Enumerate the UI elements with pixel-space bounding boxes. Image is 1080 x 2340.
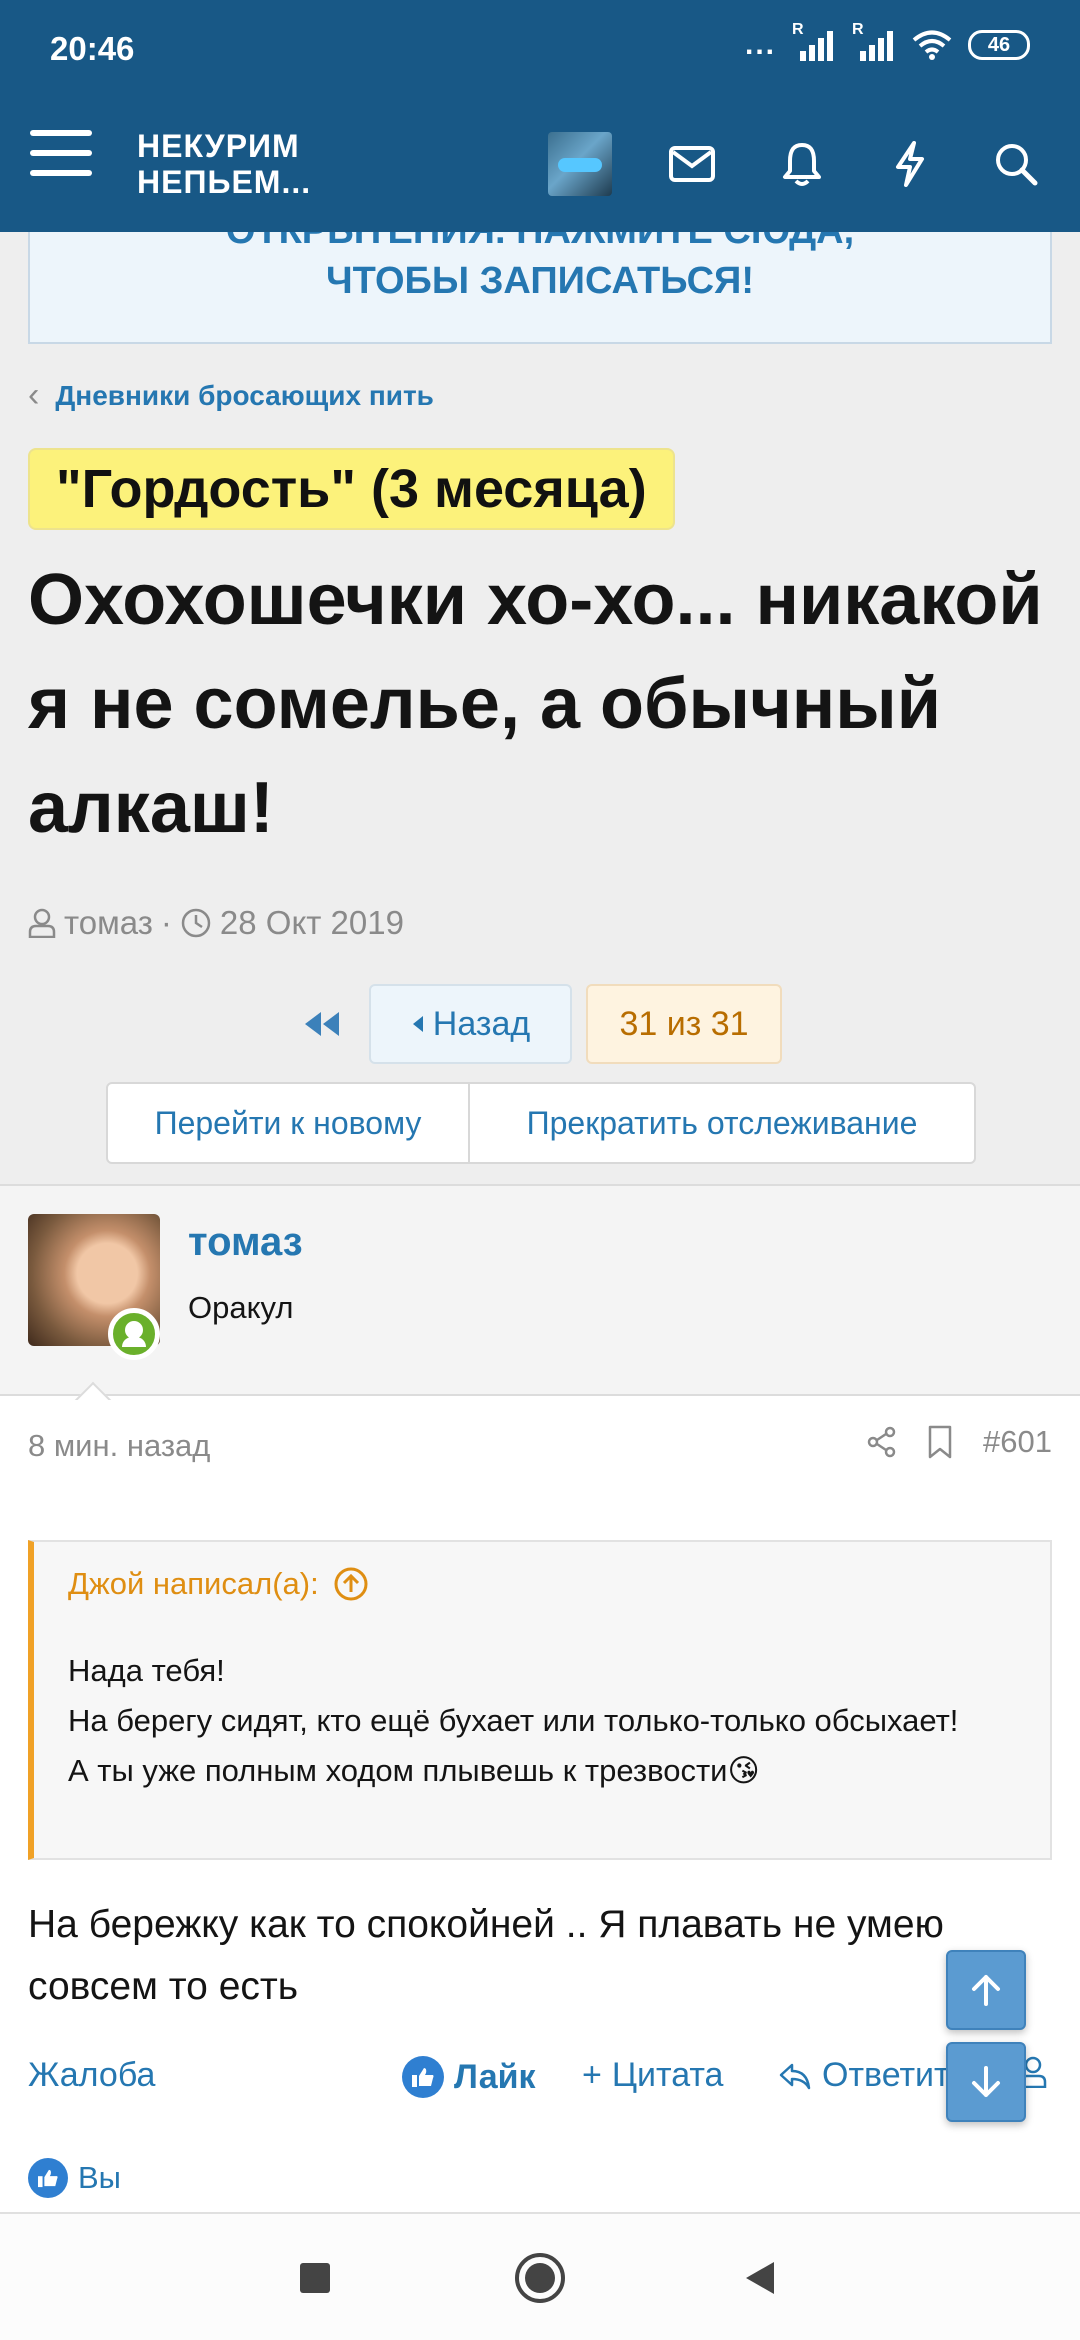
register-banner[interactable]: ОТКРЫТЕНИЯ. НАЖМИТЕ СЮДА, ЧТОБЫ ЗАПИСАТЬ… bbox=[28, 210, 1052, 344]
clock-icon bbox=[181, 908, 211, 938]
user-icon bbox=[28, 908, 56, 938]
system-nav-bar bbox=[0, 2212, 1080, 2340]
post-tools: #601 bbox=[867, 1424, 1052, 1460]
quote-block: Джой написал(а): Нада тебя! На берегу си… bbox=[28, 1540, 1052, 1860]
banner-text: ЧТОБЫ ЗАПИСАТЬСЯ! bbox=[325, 260, 754, 302]
bell-icon[interactable] bbox=[774, 136, 830, 192]
post-username[interactable]: томаз bbox=[188, 1220, 303, 1265]
app-header: 20:46 ... R R 46 НЕКУРИМ НЕПЬЕМ... bbox=[0, 0, 1080, 232]
online-status-icon bbox=[108, 1308, 160, 1360]
recents-icon[interactable] bbox=[283, 2246, 347, 2310]
quote-line: На берегу сидят, кто ещё бухает или толь… bbox=[68, 1703, 959, 1738]
post-time[interactable]: 8 мин. назад bbox=[28, 1428, 210, 1464]
prev-page-label: Назад bbox=[432, 1004, 531, 1043]
thread-prefix[interactable]: "Гордость" (3 месяца) bbox=[28, 448, 675, 530]
caret-left-icon bbox=[412, 1016, 423, 1032]
report-link[interactable]: Жалоба bbox=[28, 2056, 155, 2095]
thumbs-up-icon bbox=[28, 2158, 68, 2198]
scroll-up-button[interactable] bbox=[946, 1950, 1026, 2030]
like-label: Лайк bbox=[454, 2057, 536, 2096]
reply-link[interactable]: Ответить bbox=[778, 2056, 967, 2095]
plus-icon: + bbox=[582, 2056, 602, 2094]
like-button[interactable]: Лайк bbox=[402, 2056, 536, 2098]
signal-tag: R bbox=[792, 21, 804, 38]
thread-date[interactable]: 28 Окт 2019 bbox=[220, 904, 404, 942]
reply-icon bbox=[779, 2063, 811, 2089]
status-time: 20:46 bbox=[50, 30, 135, 67]
home-icon[interactable] bbox=[508, 2246, 572, 2310]
page-indicator[interactable]: 31 из 31 bbox=[586, 984, 782, 1064]
quote-link[interactable]: + Цитата bbox=[582, 2056, 723, 2095]
share-icon[interactable] bbox=[867, 1426, 897, 1458]
prev-page-button[interactable]: Назад bbox=[369, 984, 572, 1064]
thread-actions: Перейти к новому Прекратить отслеживание bbox=[106, 1082, 976, 1164]
thread-meta: томаз · 28 Окт 2019 bbox=[28, 904, 404, 942]
liked-by-label: Вы bbox=[78, 2160, 121, 2195]
search-icon[interactable] bbox=[988, 136, 1044, 192]
post-message: На бережку как то спокойней .. Я плавать… bbox=[28, 1903, 944, 2008]
back-icon[interactable] bbox=[728, 2246, 792, 2310]
signal-icon: R bbox=[852, 21, 896, 61]
quote-line: А ты уже полным ходом плывешь к трезвост… bbox=[68, 1753, 760, 1788]
logo-line1: НЕКУРИМ bbox=[137, 128, 300, 164]
user-title: Оракул bbox=[188, 1290, 294, 1325]
arrow-up-circle-icon[interactable] bbox=[333, 1566, 369, 1602]
quote-label: Цитата bbox=[611, 2056, 724, 2094]
goto-new-button[interactable]: Перейти к новому bbox=[108, 1084, 470, 1162]
post-arrow bbox=[72, 1380, 112, 1400]
breadcrumb-link[interactable]: Дневники бросающих пить bbox=[55, 380, 434, 412]
thread-author[interactable]: томаз bbox=[64, 904, 153, 942]
meta-separator: · bbox=[160, 904, 172, 941]
post-number[interactable]: #601 bbox=[983, 1424, 1052, 1460]
bolt-icon[interactable] bbox=[882, 136, 938, 192]
breadcrumb[interactable]: ‹ Дневники бросающих пить bbox=[28, 376, 434, 415]
chevron-left-icon: ‹ bbox=[28, 376, 40, 414]
thumbs-up-icon bbox=[402, 2056, 444, 2098]
envelope-icon[interactable] bbox=[664, 136, 720, 192]
site-logo[interactable]: НЕКУРИМ НЕПЬЕМ... bbox=[137, 128, 311, 200]
status-icons: ... R R 46 bbox=[744, 21, 1030, 62]
liked-by[interactable]: Вы bbox=[28, 2158, 121, 2198]
logo-line2: НЕПЬЕМ... bbox=[137, 164, 312, 200]
signal-icon: R bbox=[792, 21, 836, 61]
scroll-down-button[interactable] bbox=[946, 2042, 1026, 2122]
first-page-icon[interactable] bbox=[296, 984, 346, 1064]
quote-body: Нада тебя! На берегу сидят, кто ещё буха… bbox=[68, 1646, 1018, 1796]
menu-icon[interactable] bbox=[30, 130, 92, 190]
wifi-icon bbox=[912, 29, 952, 61]
bookmark-icon[interactable] bbox=[927, 1425, 953, 1459]
status-dots: ... bbox=[744, 28, 776, 61]
account-avatar[interactable] bbox=[548, 132, 612, 196]
arrow-up-icon bbox=[972, 1975, 1000, 2006]
battery-icon: 46 bbox=[968, 30, 1030, 60]
post-actions: Жалоба Лайк + Цитата Ответить bbox=[28, 2052, 1052, 2108]
signal-tag: R bbox=[852, 21, 864, 38]
quote-author: Джой написал(а): bbox=[68, 1566, 319, 1601]
quote-header[interactable]: Джой написал(а): bbox=[68, 1566, 369, 1602]
thread-title: Охохошечки хо-хо... никакой я не сомелье… bbox=[28, 560, 1043, 848]
arrow-down-icon bbox=[972, 2066, 1000, 2097]
quote-line: Нада тебя! bbox=[68, 1653, 225, 1688]
unwatch-button[interactable]: Прекратить отслеживание bbox=[470, 1084, 974, 1162]
post-user-block: томаз Оракул bbox=[0, 1184, 1080, 1396]
